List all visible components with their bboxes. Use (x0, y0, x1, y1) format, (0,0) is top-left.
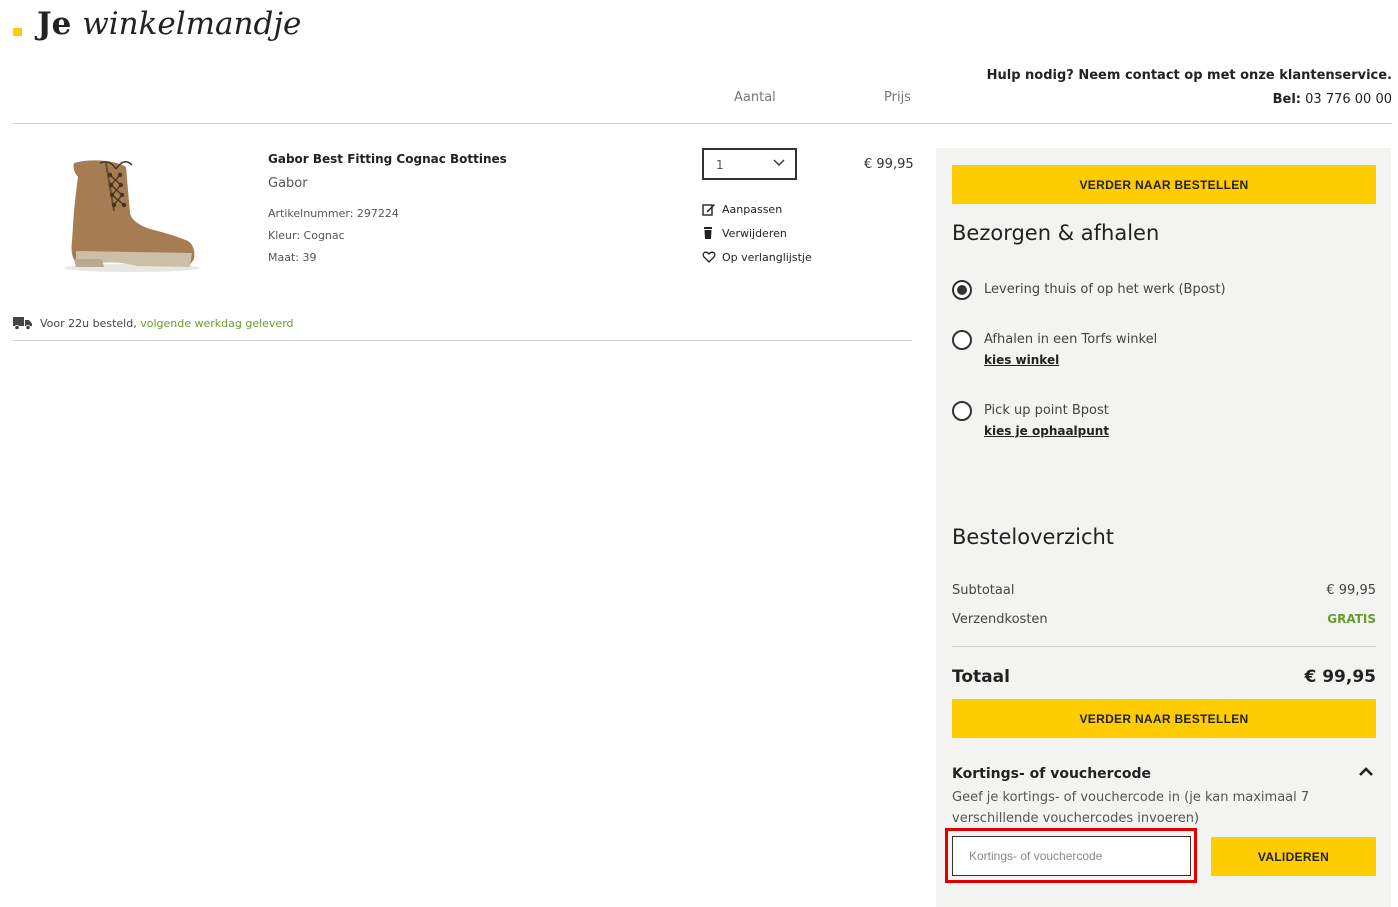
total-row: Totaal € 99,95 (952, 667, 1376, 687)
quantity-value: 1 (716, 158, 724, 172)
chevron-up-icon (1359, 767, 1373, 776)
choose-store-link[interactable]: kies winkel (984, 353, 1157, 367)
wishlist-button[interactable]: Op verlanglijstje (702, 250, 812, 264)
phone-number[interactable]: 03 776 00 00 (1305, 92, 1392, 107)
product-brand: Gabor (268, 176, 308, 191)
checkout-button-bottom[interactable]: VERDER NAAR BESTELLEN (952, 699, 1376, 738)
heart-icon (702, 251, 716, 263)
remove-label: Verwijderen (722, 226, 787, 240)
help-text: Hulp nodig? Neem contact op met onze kla… (986, 68, 1392, 83)
validate-voucher-button[interactable]: VALIDEREN (1211, 837, 1376, 876)
delivery-note-highlight: volgende werkdag geleverd (140, 316, 294, 330)
product-name[interactable]: Gabor Best Fitting Cognac Bottines (268, 152, 507, 166)
edit-button[interactable]: Aanpassen (702, 202, 782, 216)
voucher-code-input[interactable] (952, 836, 1191, 876)
checkout-button-top[interactable]: VERDER NAAR BESTELLEN (952, 165, 1376, 204)
radio-unselected[interactable] (952, 330, 972, 350)
truck-icon (13, 317, 32, 330)
remove-button[interactable]: Verwijderen (702, 226, 787, 240)
delivery-option-pickup-point[interactable]: Pick up point Bpost kies je ophaalpunt (952, 401, 1109, 438)
radio-unselected[interactable] (952, 401, 972, 421)
shipping-cost-row: Verzendkosten GRATIS (952, 612, 1376, 627)
chevron-down-icon (773, 159, 785, 166)
total-label: Totaal (952, 667, 1010, 687)
edit-icon (702, 204, 715, 216)
trash-icon (704, 227, 712, 239)
phone-label: Bel: (1272, 92, 1302, 107)
product-color: Kleur: Cognac (268, 229, 345, 242)
product-image[interactable] (50, 155, 210, 275)
delivery-option-label: Afhalen in een Torfs winkel (984, 332, 1158, 347)
title-accent-square (13, 28, 22, 36)
shipping-cost-value: GRATIS (1327, 612, 1376, 626)
choose-pickup-point-link[interactable]: kies je ophaalpunt (984, 424, 1109, 438)
voucher-description: Geef je kortings- of vouchercode in (je … (952, 790, 1310, 826)
delivery-heading: Bezorgen & afhalen (952, 221, 1160, 245)
product-price: € 99,95 (864, 157, 914, 172)
radio-selected[interactable] (952, 280, 972, 300)
subtotal-value: € 99,95 (1326, 583, 1376, 598)
product-divider (13, 340, 912, 341)
voucher-heading: Kortings- of vouchercode (952, 766, 1152, 782)
subtotal-row: Subtotaal € 99,95 (952, 583, 1376, 598)
wishlist-label: Op verlanglijstje (722, 250, 812, 264)
summary-divider (952, 646, 1376, 647)
edit-label: Aanpassen (722, 202, 783, 216)
column-quantity-header: Aantal (734, 90, 776, 105)
quantity-select[interactable]: 1 (702, 148, 797, 180)
delivery-note-prefix: Voor 22u besteld, (40, 316, 137, 330)
delivery-option-label: Levering thuis of op het werk (Bpost) (984, 282, 1226, 297)
subtotal-label: Subtotaal (952, 583, 1015, 598)
delivery-option-label: Pick up point Bpost (984, 403, 1109, 418)
page-title: Je winkelmandje (37, 6, 302, 42)
column-price-header: Prijs (884, 90, 911, 105)
total-value: € 99,95 (1304, 667, 1376, 687)
product-article-number: Artikelnummer: 297224 (268, 207, 399, 220)
delivery-option-home[interactable]: Levering thuis of op het werk (Bpost) (952, 280, 1226, 300)
voucher-toggle[interactable]: Kortings- of vouchercode (952, 766, 1376, 782)
delivery-option-store[interactable]: Afhalen in een Torfs winkel kies winkel (952, 330, 1157, 367)
delivery-note: Voor 22u besteld, volgende werkdag gelev… (13, 316, 294, 330)
header-divider (13, 123, 1392, 124)
shipping-cost-label: Verzendkosten (952, 612, 1048, 627)
order-overview-heading: Besteloverzicht (952, 525, 1115, 549)
help-contact: Hulp nodig? Neem contact op met onze kla… (987, 64, 1392, 112)
product-size: Maat: 39 (268, 251, 317, 264)
